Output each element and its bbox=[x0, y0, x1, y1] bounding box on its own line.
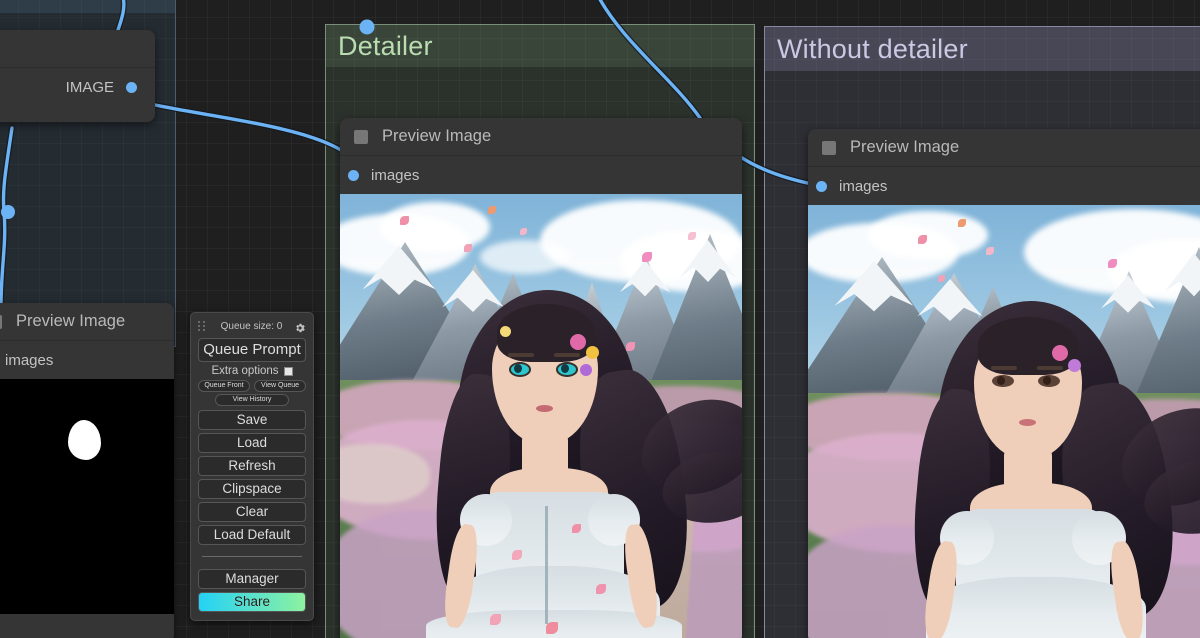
queue-size-label: Queue size: 0 bbox=[220, 321, 283, 332]
node-mask-title: Preview Image bbox=[16, 312, 126, 330]
output-slot-image-dot[interactable] bbox=[126, 81, 137, 93]
input-slot-images-dot[interactable] bbox=[816, 180, 827, 192]
comfyui-menu-panel[interactable]: Queue size: 0 Queue Prompt Extra options… bbox=[190, 312, 314, 621]
load-button[interactable]: Load bbox=[198, 433, 306, 453]
node-detailer-preview-body: images bbox=[340, 156, 742, 638]
view-history-button[interactable]: View History bbox=[215, 394, 289, 406]
input-slot-images-dot[interactable] bbox=[348, 169, 359, 181]
node-offscreen-body: IMAGE bbox=[0, 68, 155, 106]
node-offscreen-image-source[interactable]: ode IMAGE bbox=[0, 30, 155, 122]
load-default-button[interactable]: Load Default bbox=[198, 525, 306, 545]
collapse-icon[interactable] bbox=[354, 129, 368, 144]
group-detailer-title: Detailer bbox=[338, 32, 433, 60]
menu-divider bbox=[202, 556, 302, 557]
queue-buttons-row: Queue Front View Queue bbox=[198, 380, 306, 392]
node-detailer-preview-title: Preview Image bbox=[382, 127, 492, 145]
comfyui-canvas[interactable]: Detailer Without detailer ode bbox=[0, 0, 1200, 638]
gear-icon[interactable] bbox=[294, 321, 306, 333]
group-without-detailer-title: Without detailer bbox=[777, 35, 968, 63]
save-button[interactable]: Save bbox=[198, 410, 306, 430]
queue-front-button[interactable]: Queue Front bbox=[198, 380, 250, 392]
extra-options-checkbox[interactable] bbox=[283, 366, 293, 376]
group-blue-header bbox=[0, 0, 175, 13]
share-button[interactable]: Share bbox=[198, 592, 306, 612]
node-without-preview-title: Preview Image bbox=[850, 138, 960, 156]
clear-button[interactable]: Clear bbox=[198, 502, 306, 522]
extra-options-label: Extra options bbox=[211, 365, 279, 377]
node-detailer-preview-image[interactable] bbox=[340, 194, 742, 638]
manager-button[interactable]: Manager bbox=[198, 569, 306, 589]
node-mask-image[interactable] bbox=[0, 379, 174, 614]
node-preview-image-without-detailer[interactable]: Preview Image images bbox=[808, 129, 1200, 638]
group-without-detailer-header: Without detailer bbox=[765, 27, 1200, 71]
mask-blob-shape bbox=[68, 420, 101, 460]
collapse-icon[interactable] bbox=[0, 314, 2, 329]
clipspace-button[interactable]: Clipspace bbox=[198, 479, 306, 499]
input-slot-images[interactable]: images bbox=[0, 341, 174, 379]
input-slot-images[interactable]: images bbox=[340, 156, 742, 194]
drag-handle-icon[interactable] bbox=[198, 321, 205, 332]
view-queue-button[interactable]: View Queue bbox=[254, 380, 306, 392]
collapse-icon[interactable] bbox=[822, 140, 836, 155]
group-detailer-header: Detailer bbox=[326, 25, 754, 67]
node-preview-image-mask[interactable]: Preview Image images bbox=[0, 303, 174, 638]
input-slot-images-label: images bbox=[839, 177, 888, 195]
node-without-preview-body: images bbox=[808, 167, 1200, 638]
input-slot-images-label: images bbox=[371, 166, 420, 184]
input-slot-images[interactable]: images bbox=[808, 167, 1200, 205]
extra-options-row: Extra options bbox=[198, 365, 306, 377]
node-mask-header[interactable]: Preview Image bbox=[0, 303, 174, 341]
node-preview-image-detailer[interactable]: Preview Image images bbox=[340, 118, 742, 638]
node-offscreen-header[interactable]: ode bbox=[0, 30, 155, 68]
refresh-button[interactable]: Refresh bbox=[198, 456, 306, 476]
node-mask-body: images bbox=[0, 341, 174, 614]
input-slot-images-label: images bbox=[5, 351, 54, 369]
node-without-preview-header[interactable]: Preview Image bbox=[808, 129, 1200, 167]
node-without-preview-image[interactable] bbox=[808, 205, 1200, 638]
queue-prompt-button[interactable]: Queue Prompt bbox=[198, 338, 306, 362]
node-detailer-preview-header[interactable]: Preview Image bbox=[340, 118, 742, 156]
output-slot-image[interactable]: IMAGE bbox=[0, 68, 155, 106]
output-slot-image-label: IMAGE bbox=[65, 78, 114, 96]
menu-top-row: Queue size: 0 bbox=[198, 319, 306, 334]
